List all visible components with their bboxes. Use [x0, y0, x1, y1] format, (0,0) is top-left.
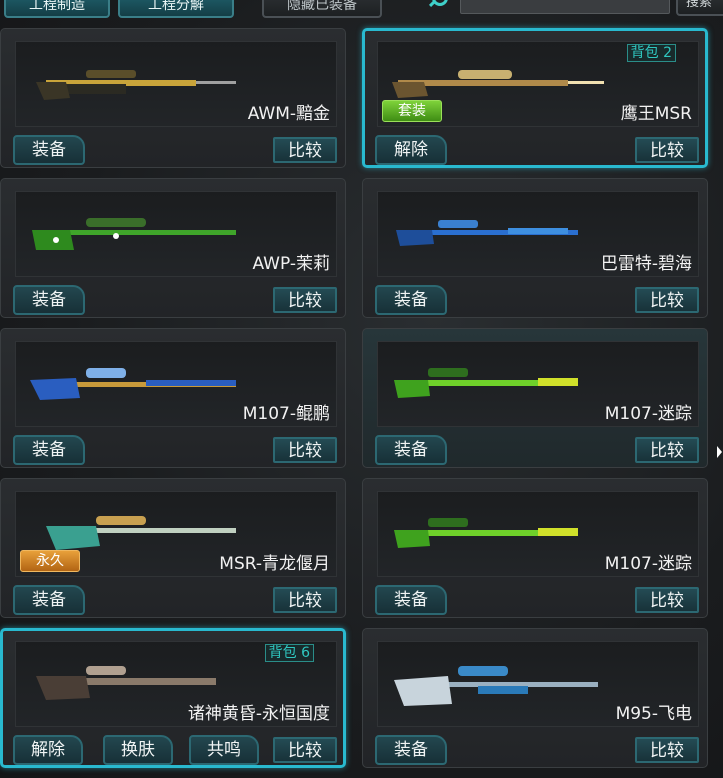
equip-button[interactable]: 装备	[375, 585, 447, 615]
weapon-name: M107-迷踪	[604, 404, 692, 424]
weapon-card[interactable]: AWM-黯金 装备 比较	[0, 28, 346, 168]
weapon-preview: AWP-茉莉	[15, 191, 337, 277]
weapon-name: M107-鲲鹏	[242, 404, 330, 424]
search-icon	[432, 0, 448, 6]
equip-button[interactable]: 装备	[13, 135, 85, 165]
weapon-preview: AWM-黯金	[15, 41, 337, 127]
equip-button[interactable]: 装备	[13, 435, 85, 465]
search-button[interactable]: 搜索	[676, 0, 723, 16]
sniper-rifle-image	[30, 368, 236, 400]
equip-button[interactable]: 装备	[375, 735, 447, 765]
sniper-rifle-image	[36, 70, 236, 100]
change-skin-button[interactable]: 换肤	[103, 735, 173, 765]
weapon-card[interactable]: M107-鲲鹏 装备 比较	[0, 328, 346, 468]
weapon-name: AWM-黯金	[247, 104, 330, 124]
compare-button[interactable]: 比较	[635, 737, 699, 763]
backpack-tag: 背包 2	[626, 44, 676, 62]
compare-button[interactable]: 比较	[635, 587, 699, 613]
backpack-tag: 背包 6	[264, 644, 314, 662]
set-badge: 套装	[382, 100, 442, 122]
weapon-preview: M107-迷踪	[377, 491, 699, 577]
hide-equipped-button[interactable]: 隐藏已装备	[262, 0, 382, 18]
weapon-name: 诸神黄昏-永恒国度	[187, 704, 330, 724]
compare-button[interactable]: 比较	[635, 137, 699, 163]
mouse-cursor-icon	[717, 446, 722, 458]
equip-button[interactable]: 装备	[375, 435, 447, 465]
sniper-rifle-image	[46, 516, 236, 550]
weapon-preview: 永久 MSR-青龙偃月	[15, 491, 337, 577]
toolbar: 工程制造 工程分解 隐藏已装备 搜索	[0, 0, 723, 22]
weapon-card[interactable]: M107-迷踪 装备 比较	[362, 478, 708, 618]
sniper-rifle-image	[394, 666, 598, 706]
equip-button[interactable]: 装备	[375, 285, 447, 315]
weapon-name: 巴雷特-碧海	[600, 254, 692, 274]
weapon-card[interactable]: M95-飞电 装备 比较	[362, 628, 708, 768]
weapon-card-selected[interactable]: 背包 6 诸神黄昏-永恒国度 解除 换肤 共鸣 比较	[0, 628, 346, 768]
equip-button[interactable]: 装备	[13, 285, 85, 315]
weapon-card[interactable]: AWP-茉莉 装备 比较	[0, 178, 346, 318]
weapon-name: M95-飞电	[615, 704, 692, 724]
equip-button[interactable]: 装备	[13, 585, 85, 615]
weapon-card-hovered[interactable]: M107-迷踪 装备 比较	[362, 328, 708, 468]
resonate-button[interactable]: 共鸣	[189, 735, 259, 765]
sniper-rifle-image	[392, 70, 604, 98]
sniper-rifle-image	[396, 220, 578, 246]
sniper-rifle-image	[394, 518, 578, 548]
permanent-badge: 永久	[20, 550, 80, 572]
weapon-preview: 背包 6 诸神黄昏-永恒国度	[15, 641, 337, 727]
weapon-card[interactable]: 永久 MSR-青龙偃月 装备 比较	[0, 478, 346, 618]
weapon-name: M107-迷踪	[604, 554, 692, 574]
unequip-button[interactable]: 解除	[13, 735, 83, 765]
craft-tab-button[interactable]: 工程制造	[4, 0, 110, 18]
weapon-preview: 巴雷特-碧海	[377, 191, 699, 277]
weapon-card[interactable]: 巴雷特-碧海 装备 比较	[362, 178, 708, 318]
sniper-rifle-image	[32, 218, 236, 250]
compare-button[interactable]: 比较	[635, 437, 699, 463]
weapon-card-selected[interactable]: 背包 2 套装 鹰王MSR 解除 比较	[362, 28, 708, 168]
weapon-name: AWP-茉莉	[252, 254, 330, 274]
compare-button[interactable]: 比较	[635, 287, 699, 313]
sniper-rifle-image	[394, 368, 578, 398]
decompose-tab-button[interactable]: 工程分解	[118, 0, 234, 18]
weapon-name: 鹰王MSR	[620, 104, 692, 124]
unequip-button[interactable]: 解除	[375, 135, 447, 165]
compare-button[interactable]: 比较	[273, 287, 337, 313]
compare-button[interactable]: 比较	[273, 437, 337, 463]
compare-button[interactable]: 比较	[273, 137, 337, 163]
weapon-preview: M107-鲲鹏	[15, 341, 337, 427]
weapon-preview: 背包 2 套装 鹰王MSR	[377, 41, 699, 127]
weapon-name: MSR-青龙偃月	[219, 554, 330, 574]
search-input[interactable]	[460, 0, 670, 14]
weapon-preview: M95-飞电	[377, 641, 699, 727]
weapon-preview: M107-迷踪	[377, 341, 699, 427]
compare-button[interactable]: 比较	[273, 737, 337, 763]
compare-button[interactable]: 比较	[273, 587, 337, 613]
